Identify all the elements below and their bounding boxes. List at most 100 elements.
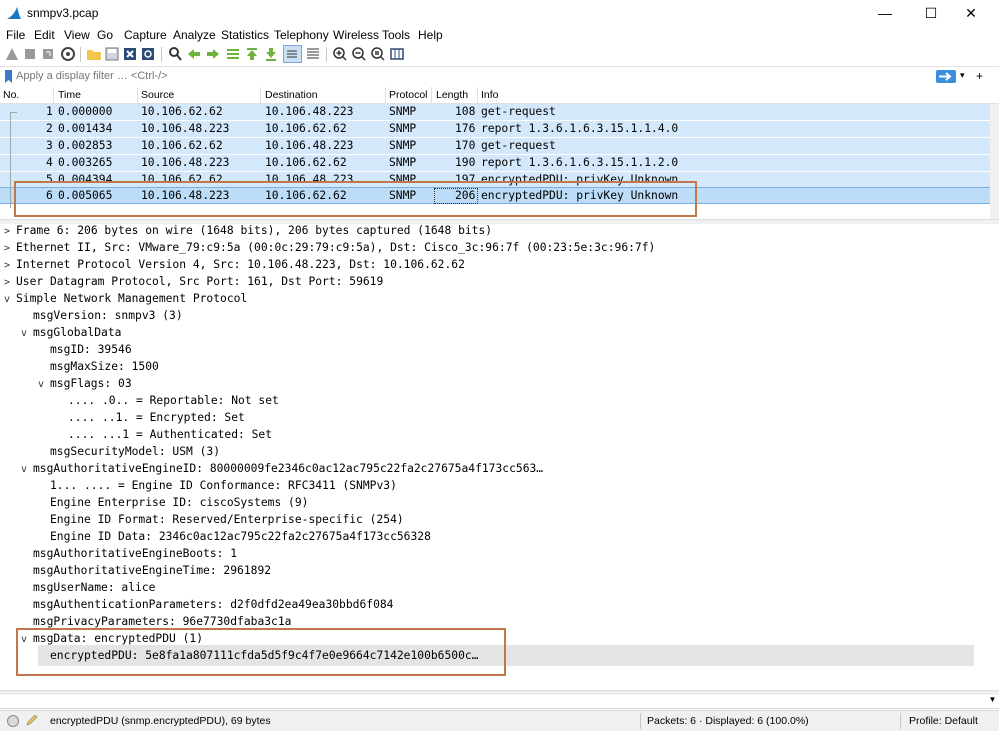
column-divider[interactable] xyxy=(385,87,386,103)
go-to-packet-icon[interactable] xyxy=(225,46,241,62)
stop-capture-icon[interactable] xyxy=(22,46,38,62)
close-file-icon[interactable] xyxy=(122,46,138,62)
display-filter-input[interactable] xyxy=(16,68,930,84)
tree-item-flag-reportable[interactable]: .... .0.. = Reportable: Not set xyxy=(56,394,279,411)
tree-item-engineid-format[interactable]: Engine ID Format: Reserved/Enterprise-sp… xyxy=(38,513,404,530)
first-packet-icon[interactable] xyxy=(244,46,260,62)
autoscroll-icon[interactable] xyxy=(283,45,302,63)
tree-item-label: Engine ID Data: 2346c0ac12ac795c22fa2c27… xyxy=(50,530,431,543)
profile-indicator[interactable]: Profile: Default xyxy=(909,715,978,727)
packet-list-scrollbar[interactable] xyxy=(990,104,999,219)
go-back-icon[interactable] xyxy=(186,46,202,62)
tree-item-engineid[interactable]: v msgAuthoritativeEngineID: 80000009fe234… xyxy=(21,462,543,479)
column-header-source[interactable]: Source xyxy=(141,89,174,101)
menu-edit[interactable]: Edit xyxy=(34,28,55,42)
tree-item-label: Ethernet II, Src: VMware_79:c9:5a (00:0c… xyxy=(16,241,656,254)
expert-info-icon[interactable] xyxy=(7,715,19,727)
tree-item-msgglobaldata[interactable]: v msgGlobalData xyxy=(21,326,121,343)
menu-wireless[interactable]: Wireless xyxy=(333,28,379,42)
tree-item-ipv4[interactable]: > Internet Protocol Version 4, Src: 10.10… xyxy=(4,258,465,275)
collapse-arrow-icon[interactable]: v xyxy=(4,294,16,305)
capture-comment-icon[interactable] xyxy=(26,714,38,726)
zoom-out-icon[interactable] xyxy=(351,46,367,62)
packet-no: 1 xyxy=(46,105,53,118)
capture-options-icon[interactable] xyxy=(60,46,76,62)
tree-item-engineid-conformance[interactable]: 1... .... = Engine ID Conformance: RFC34… xyxy=(38,479,397,496)
column-header-protocol[interactable]: Protocol xyxy=(389,89,428,101)
menu-help[interactable]: Help xyxy=(418,28,443,42)
menu-tools[interactable]: Tools xyxy=(382,28,410,42)
collapse-arrow-icon[interactable]: v xyxy=(38,379,50,390)
apply-filter-arrow-icon[interactable] xyxy=(936,70,956,83)
column-header-destination[interactable]: Destination xyxy=(265,89,318,101)
column-divider[interactable] xyxy=(431,87,432,103)
tree-item-ethernet[interactable]: > Ethernet II, Src: VMware_79:c9:5a (00:0… xyxy=(4,241,655,258)
column-header-time[interactable]: Time xyxy=(58,89,81,101)
menu-analyze[interactable]: Analyze xyxy=(173,28,216,42)
column-divider[interactable] xyxy=(477,87,478,103)
zoom-in-icon[interactable] xyxy=(332,46,348,62)
column-header-no[interactable]: No. xyxy=(3,89,19,101)
reload-file-icon[interactable] xyxy=(140,46,156,62)
tree-item-msgversion[interactable]: msgVersion: snmpv3 (3) xyxy=(21,309,183,326)
add-filter-button[interactable]: + xyxy=(976,69,983,83)
filter-history-chevron-icon[interactable]: ▾ xyxy=(960,70,965,81)
menu-go[interactable]: Go xyxy=(97,28,113,42)
packet-info: report 1.3.6.1.6.3.15.1.1.4.0 xyxy=(481,122,679,135)
close-button[interactable]: ✕ xyxy=(952,0,990,26)
menu-telephony[interactable]: Telephony xyxy=(274,28,329,42)
save-file-icon[interactable] xyxy=(104,46,120,62)
bookmark-icon[interactable] xyxy=(4,70,13,83)
toolbar-separator xyxy=(80,47,81,62)
tree-item-msgsecuritymodel[interactable]: msgSecurityModel: USM (3) xyxy=(38,445,220,462)
expand-arrow-icon[interactable]: > xyxy=(4,226,16,237)
packet-destination: 10.106.48.223 xyxy=(265,139,354,152)
find-packet-icon[interactable] xyxy=(167,46,183,62)
packet-no: 4 xyxy=(46,156,53,169)
column-divider[interactable] xyxy=(53,87,54,103)
tree-item-msgmaxsize[interactable]: msgMaxSize: 1500 xyxy=(38,360,159,377)
zoom-normal-icon[interactable] xyxy=(370,46,386,62)
minimize-button[interactable]: — xyxy=(866,0,904,26)
tree-item-snmp[interactable]: v Simple Network Management Protocol xyxy=(4,292,247,309)
menu-view[interactable]: View xyxy=(64,28,90,42)
packet-row[interactable]: 3 0.002853 10.106.62.62 10.106.48.223 SN… xyxy=(0,138,990,154)
highlight-box-encrypted-data xyxy=(16,628,506,676)
packet-row[interactable]: 1 0.000000 10.106.62.62 10.106.48.223 SN… xyxy=(0,104,990,120)
start-capture-icon[interactable] xyxy=(4,46,20,62)
tree-item-msgid[interactable]: msgID: 39546 xyxy=(38,343,132,360)
maximize-button[interactable]: ☐ xyxy=(912,0,950,26)
menu-file[interactable]: File xyxy=(6,28,25,42)
tree-item-udp[interactable]: > User Datagram Protocol, Src Port: 161, … xyxy=(4,275,383,292)
tree-item-enginetime[interactable]: msgAuthoritativeEngineTime: 2961892 xyxy=(21,564,271,581)
tree-item-flag-encrypted[interactable]: .... ..1. = Encrypted: Set xyxy=(56,411,245,428)
tree-item-auth-params[interactable]: msgAuthenticationParameters: d2f0dfd2ea4… xyxy=(21,598,393,615)
go-forward-icon[interactable] xyxy=(205,46,221,62)
tree-item-enterprise-id[interactable]: Engine Enterprise ID: ciscoSystems (9) xyxy=(38,496,308,513)
colorize-icon[interactable] xyxy=(305,46,321,62)
packet-row[interactable]: 4 0.003265 10.106.48.223 10.106.62.62 SN… xyxy=(0,155,990,171)
last-packet-icon[interactable] xyxy=(263,46,279,62)
tree-item-frame[interactable]: > Frame 6: 206 bytes on wire (1648 bits),… xyxy=(4,224,492,241)
scroll-down-arrow-icon[interactable]: ▼ xyxy=(986,695,999,708)
expand-arrow-icon[interactable]: > xyxy=(4,243,16,254)
column-divider[interactable] xyxy=(137,87,138,103)
menu-capture[interactable]: Capture xyxy=(124,28,167,42)
open-file-icon[interactable] xyxy=(86,46,102,62)
tree-item-engineboots[interactable]: msgAuthoritativeEngineBoots: 1 xyxy=(21,547,237,564)
collapse-arrow-icon[interactable]: v xyxy=(21,328,33,339)
restart-capture-icon[interactable] xyxy=(40,46,56,62)
menu-statistics[interactable]: Statistics xyxy=(221,28,269,42)
tree-item-engineid-data[interactable]: Engine ID Data: 2346c0ac12ac795c22fa2c27… xyxy=(38,530,431,547)
tree-item-msgflags[interactable]: v msgFlags: 03 xyxy=(38,377,132,394)
tree-item-username[interactable]: msgUserName: alice xyxy=(21,581,155,598)
column-header-length[interactable]: Length xyxy=(436,89,468,101)
column-divider[interactable] xyxy=(260,87,261,103)
expand-arrow-icon[interactable]: > xyxy=(4,260,16,271)
resize-columns-icon[interactable] xyxy=(389,46,405,62)
column-header-info[interactable]: Info xyxy=(481,89,499,101)
tree-item-flag-authenticated[interactable]: .... ...1 = Authenticated: Set xyxy=(56,428,272,445)
expand-arrow-icon[interactable]: > xyxy=(4,277,16,288)
packet-row[interactable]: 2 0.001434 10.106.48.223 10.106.62.62 SN… xyxy=(0,121,990,137)
collapse-arrow-icon[interactable]: v xyxy=(21,464,33,475)
